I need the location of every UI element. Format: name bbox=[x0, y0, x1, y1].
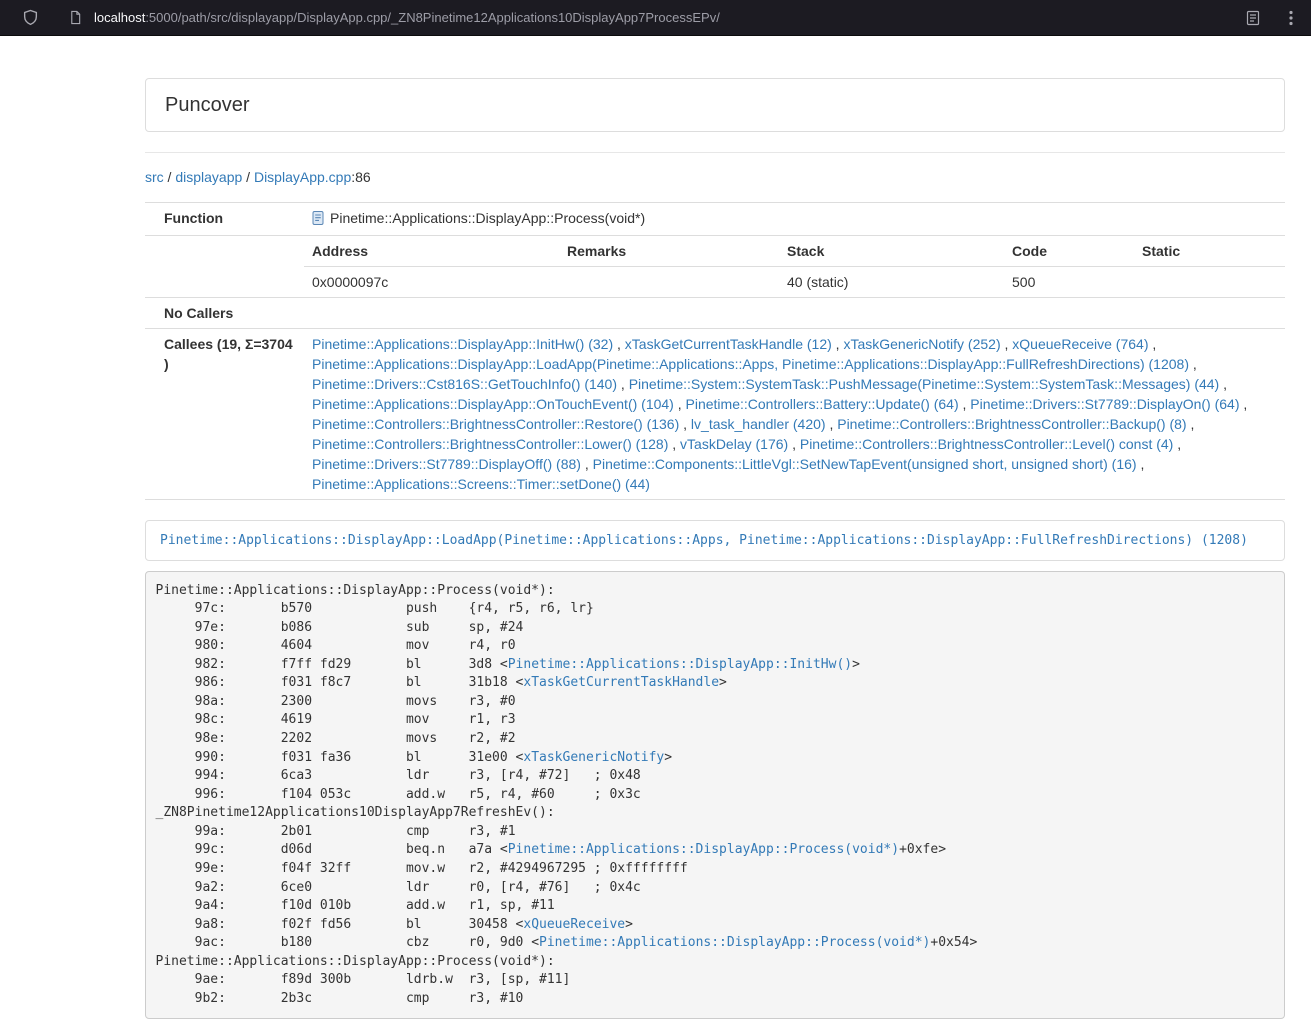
disassembly-code: Pinetime::Applications::DisplayApp::Proc… bbox=[145, 571, 1285, 1019]
breadcrumb-src-link[interactable]: src bbox=[145, 169, 164, 185]
function-type-icon bbox=[312, 210, 325, 230]
function-name: Pinetime::Applications::DisplayApp::Proc… bbox=[330, 210, 645, 226]
stats-header-static: Static bbox=[1134, 236, 1285, 267]
callee-link[interactable]: Pinetime::Applications::DisplayApp::OnTo… bbox=[312, 396, 674, 412]
callee-link[interactable]: Pinetime::Applications::DisplayApp::Init… bbox=[312, 336, 613, 352]
callee-link[interactable]: Pinetime::Controllers::BrightnessControl… bbox=[837, 416, 1186, 432]
stats-cell: Address Remarks Stack Code Static 0x0000… bbox=[304, 236, 1285, 298]
disassembly-symbol-link[interactable]: xTaskGenericNotify bbox=[523, 750, 664, 765]
stats-header-stack: Stack bbox=[779, 236, 1004, 267]
stats-value-row: 0x0000097c 40 (static) 500 bbox=[304, 267, 1285, 298]
callee-link[interactable]: Pinetime::Applications::DisplayApp::Load… bbox=[312, 356, 1189, 372]
disassembly-symbol-link[interactable]: xTaskGetCurrentTaskHandle bbox=[523, 675, 719, 690]
stats-header-address: Address bbox=[304, 236, 559, 267]
reader-view-icon[interactable] bbox=[1241, 6, 1265, 30]
stats-static-value bbox=[1134, 267, 1285, 298]
divider bbox=[145, 152, 1285, 153]
disassembly-symbol-link[interactable]: Pinetime::Applications::DisplayApp::Init… bbox=[508, 657, 852, 672]
stats-remarks-value bbox=[559, 267, 779, 298]
function-row: Function Pinetime::Applications::Display… bbox=[145, 203, 1285, 236]
page-content: Puncover src / displayapp / DisplayApp.c… bbox=[145, 36, 1285, 1019]
page-icon[interactable] bbox=[65, 6, 86, 29]
stats-header-remarks: Remarks bbox=[559, 236, 779, 267]
callee-link[interactable]: Pinetime::Controllers::Battery::Update()… bbox=[686, 396, 959, 412]
selected-symbol-box: Pinetime::Applications::DisplayApp::Load… bbox=[145, 520, 1285, 561]
callees-row: Callees (19, Σ=3704 ) Pinetime::Applicat… bbox=[145, 329, 1285, 500]
callees-label: Callees (19, Σ=3704 ) bbox=[145, 329, 304, 500]
no-callers-row: No Callers bbox=[145, 298, 1285, 329]
url-host: localhost bbox=[94, 10, 145, 25]
url-path: :5000/path/src/displayapp/DisplayApp.cpp… bbox=[145, 10, 720, 25]
breadcrumb-separator: / bbox=[242, 169, 254, 185]
callee-link[interactable]: Pinetime::Drivers::Cst816S::GetTouchInfo… bbox=[312, 376, 617, 392]
stats-row-label bbox=[145, 236, 304, 298]
callee-link[interactable]: Pinetime::Drivers::St7789::DisplayOff() … bbox=[312, 456, 581, 472]
callee-link[interactable]: Pinetime::Controllers::BrightnessControl… bbox=[800, 436, 1173, 452]
function-table: Function Pinetime::Applications::Display… bbox=[145, 202, 1285, 500]
breadcrumb-displayapp-link[interactable]: displayapp bbox=[175, 169, 242, 185]
page-title: Puncover bbox=[165, 93, 1265, 117]
callee-link[interactable]: Pinetime::System::SystemTask::PushMessag… bbox=[629, 376, 1220, 392]
no-callers-cell bbox=[304, 298, 1285, 329]
app-title-panel: Puncover bbox=[145, 78, 1285, 132]
disassembly-symbol-link[interactable]: Pinetime::Applications::DisplayApp::Proc… bbox=[508, 842, 899, 857]
kebab-menu-icon[interactable] bbox=[1285, 6, 1297, 30]
callee-link[interactable]: Pinetime::Controllers::BrightnessControl… bbox=[312, 416, 679, 432]
callee-link[interactable]: Pinetime::Controllers::BrightnessControl… bbox=[312, 436, 668, 452]
stats-stack-value: 40 (static) bbox=[779, 267, 1004, 298]
tracking-protection-shield-icon[interactable] bbox=[18, 5, 43, 30]
selected-symbol-link[interactable]: Pinetime::Applications::DisplayApp::Load… bbox=[160, 533, 1248, 548]
stats-header-code: Code bbox=[1004, 236, 1134, 267]
callee-link[interactable]: xTaskGenericNotify (252) bbox=[843, 336, 1000, 352]
breadcrumb: src / displayapp / DisplayApp.cpp:86 bbox=[145, 167, 1285, 187]
breadcrumb-line-number: :86 bbox=[351, 169, 370, 185]
callee-link[interactable]: xTaskGetCurrentTaskHandle (12) bbox=[625, 336, 832, 352]
stats-address-value: 0x0000097c bbox=[304, 267, 559, 298]
breadcrumb-file-link[interactable]: DisplayApp.cpp bbox=[254, 169, 351, 185]
callee-link[interactable]: Pinetime::Components::LittleVgl::SetNewT… bbox=[593, 456, 1137, 472]
callee-link[interactable]: Pinetime::Drivers::St7789::DisplayOn() (… bbox=[970, 396, 1239, 412]
function-label: Function bbox=[145, 203, 304, 236]
stats-code-value: 500 bbox=[1004, 267, 1134, 298]
callees-list: Pinetime::Applications::DisplayApp::Init… bbox=[304, 329, 1285, 500]
function-name-cell: Pinetime::Applications::DisplayApp::Proc… bbox=[304, 203, 1285, 236]
url-bar[interactable]: localhost:5000/path/src/displayapp/Displ… bbox=[94, 10, 1241, 25]
disassembly-symbol-link[interactable]: xQueueReceive bbox=[523, 917, 625, 932]
breadcrumb-separator: / bbox=[164, 169, 176, 185]
callee-link[interactable]: Pinetime::Applications::Screens::Timer::… bbox=[312, 476, 650, 492]
callee-link[interactable]: lv_task_handler (420) bbox=[691, 416, 826, 432]
no-callers-label: No Callers bbox=[145, 298, 304, 329]
stats-table: Address Remarks Stack Code Static 0x0000… bbox=[304, 236, 1285, 297]
stats-row: Address Remarks Stack Code Static 0x0000… bbox=[145, 236, 1285, 298]
disassembly-symbol-link[interactable]: Pinetime::Applications::DisplayApp::Proc… bbox=[539, 935, 930, 950]
stats-header-row: Address Remarks Stack Code Static bbox=[304, 236, 1285, 267]
browser-chrome: localhost:5000/path/src/displayapp/Displ… bbox=[0, 0, 1311, 36]
callee-link[interactable]: xQueueReceive (764) bbox=[1012, 336, 1148, 352]
callee-link[interactable]: vTaskDelay (176) bbox=[680, 436, 788, 452]
